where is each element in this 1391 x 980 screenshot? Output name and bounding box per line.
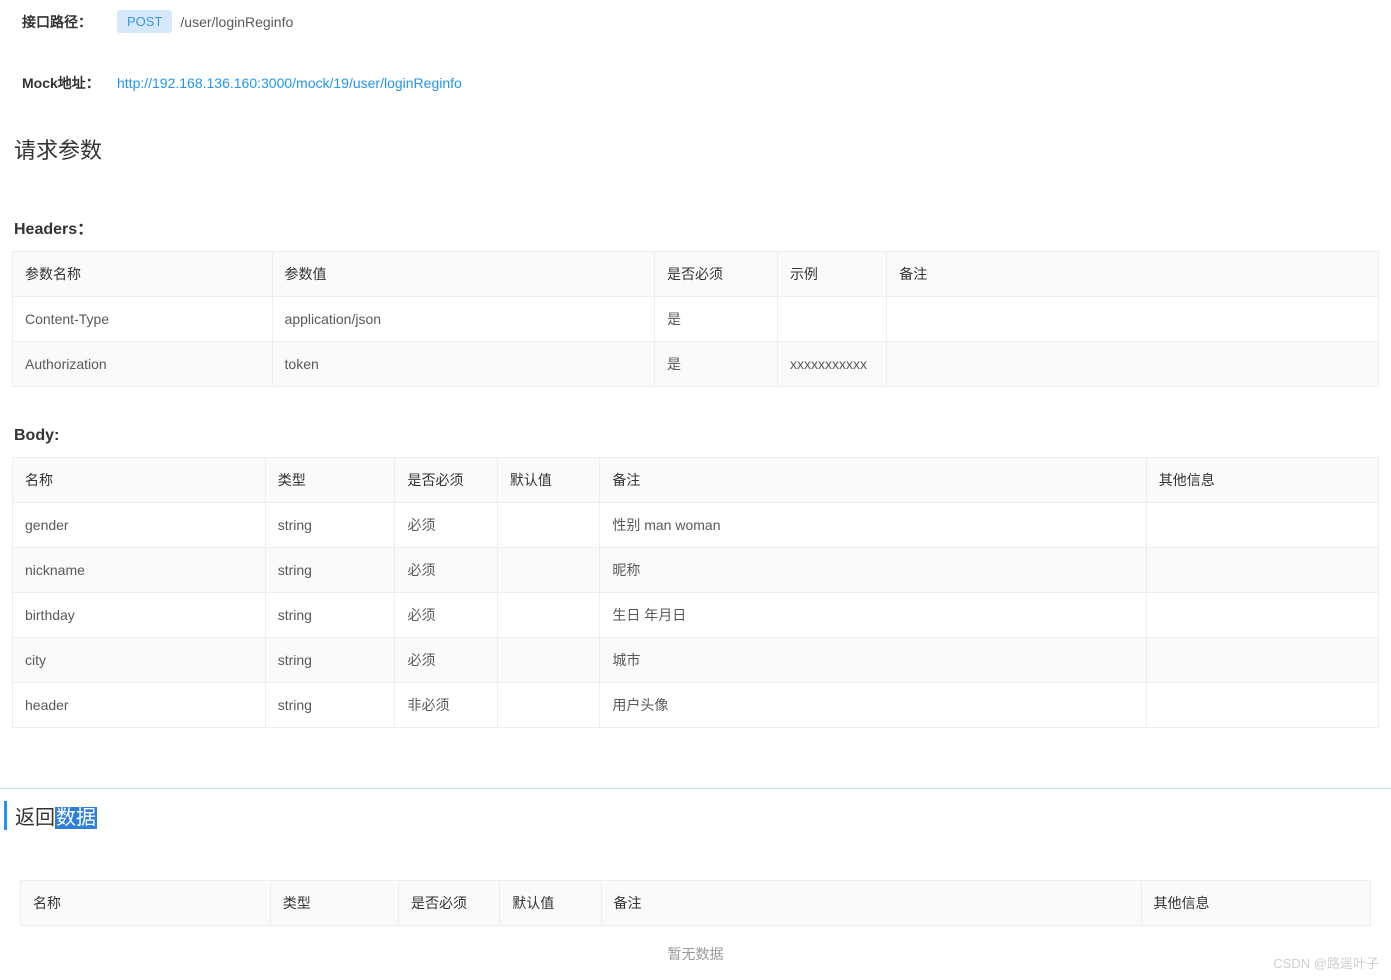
cell-required: 是 [655,342,778,387]
cell-name: header [13,683,266,728]
th-other: 其他信息 [1146,458,1378,503]
table-header-row: 参数名称 参数值 是否必须 示例 备注 [13,252,1379,297]
cell-remark: 昵称 [600,548,1146,593]
th-required: 是否必须 [399,881,500,926]
mock-url-link[interactable]: http://192.168.136.160:3000/mock/19/user… [117,75,462,91]
cell-type: string [265,638,395,683]
cell-remark: 用户头像 [600,683,1146,728]
cell-name: gender [13,503,266,548]
cell-other [1146,683,1378,728]
th-remark: 备注 [887,252,1379,297]
cell-default [497,548,599,593]
cell-required: 必须 [395,638,497,683]
cell-default [497,638,599,683]
th-required: 是否必须 [655,252,778,297]
table-row: city string 必须 城市 [13,638,1379,683]
table-header-row: 名称 类型 是否必须 默认值 备注 其他信息 [21,881,1371,926]
body-table: 名称 类型 是否必须 默认值 备注 其他信息 gender string 必须 … [12,457,1379,728]
cell-required: 必须 [395,593,497,638]
cell-type: string [265,548,395,593]
api-path-label: 接口路径： [12,12,117,32]
cell-type: string [265,593,395,638]
cell-remark: 城市 [600,638,1146,683]
cell-default [497,593,599,638]
response-table: 名称 类型 是否必须 默认值 备注 其他信息 [20,880,1371,926]
cell-name: nickname [13,548,266,593]
headers-table: 参数名称 参数值 是否必须 示例 备注 Content-Type applica… [12,251,1379,387]
response-title-plain: 返回 [15,807,55,829]
headers-title: Headers： [14,215,1379,239]
th-type: 类型 [270,881,398,926]
cell-remark: 生日 年月日 [600,593,1146,638]
response-title-highlight: 数据 [55,807,97,829]
cell-required: 是 [655,297,778,342]
cell-name: Authorization [13,342,273,387]
th-name: 名称 [13,458,266,503]
cell-value: application/json [272,297,654,342]
cell-required: 非必须 [395,683,497,728]
cell-other [1146,638,1378,683]
cell-name: Content-Type [13,297,273,342]
cell-name: birthday [13,593,266,638]
table-row: birthday string 必须 生日 年月日 [13,593,1379,638]
th-example: 示例 [777,252,886,297]
cell-remark: 性别 man woman [600,503,1146,548]
mock-url-label: Mock地址： [12,73,117,93]
th-remark: 备注 [600,458,1146,503]
cell-other [1146,593,1378,638]
table-row: Content-Type application/json 是 [13,297,1379,342]
th-required: 是否必须 [395,458,497,503]
th-name: 名称 [21,881,271,926]
cell-value: token [272,342,654,387]
th-param-name: 参数名称 [13,252,273,297]
http-method-badge: POST [117,10,172,33]
th-other: 其他信息 [1141,881,1371,926]
table-header-row: 名称 类型 是否必须 默认值 备注 其他信息 [13,458,1379,503]
body-title: Body: [14,427,1379,445]
th-default: 默认值 [500,881,601,926]
cell-type: string [265,503,395,548]
table-row: header string 非必须 用户头像 [13,683,1379,728]
request-params-title: 请求参数 [12,133,1379,165]
api-path-value: /user/loginReginfo [180,14,293,30]
mock-url-row: Mock地址： http://192.168.136.160:3000/mock… [12,73,1379,93]
th-default: 默认值 [497,458,599,503]
api-path-row: 接口路径： POST /user/loginReginfo [12,10,1379,33]
cell-default [497,503,599,548]
cell-type: string [265,683,395,728]
cell-name: city [13,638,266,683]
cell-example [777,297,886,342]
cell-required: 必须 [395,548,497,593]
table-row: nickname string 必须 昵称 [13,548,1379,593]
th-remark: 备注 [601,881,1141,926]
no-data-text: 暂无数据 [20,926,1371,968]
cell-default [497,683,599,728]
cell-other [1146,548,1378,593]
cell-example: xxxxxxxxxxx [777,342,886,387]
cell-remark [887,342,1379,387]
response-section: 返回数据 名称 类型 是否必须 默认值 备注 其他信息 暂无数据 [0,788,1391,968]
cell-other [1146,503,1378,548]
cell-remark [887,297,1379,342]
table-row: Authorization token 是 xxxxxxxxxxx [13,342,1379,387]
th-param-value: 参数值 [272,252,654,297]
th-type: 类型 [265,458,395,503]
cell-required: 必须 [395,503,497,548]
response-title: 返回数据 [4,801,1391,830]
table-row: gender string 必须 性别 man woman [13,503,1379,548]
